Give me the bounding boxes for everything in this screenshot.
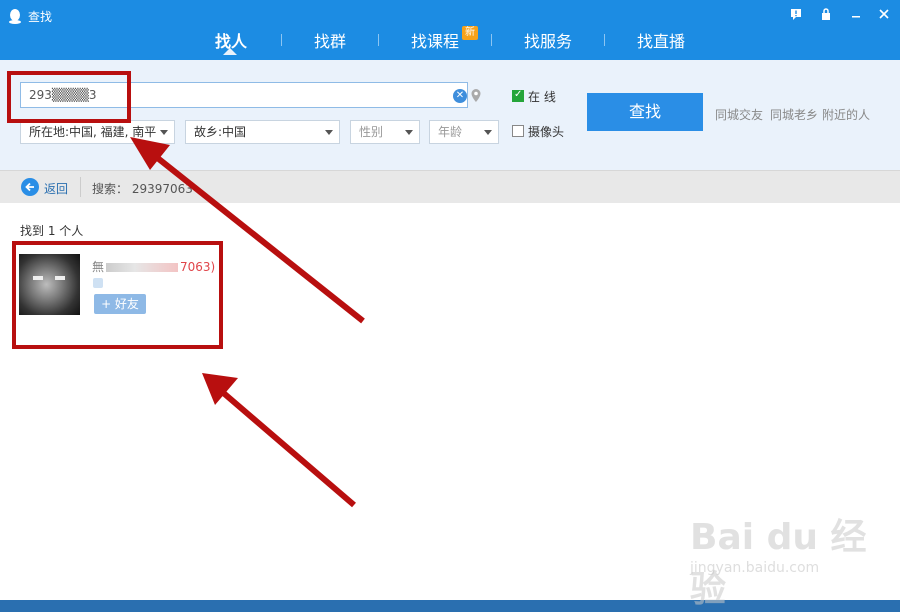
find-window: 查找 找人 找群 找课程 找服务 找直播 新 293▒▒▒▒3 ✕ ✓ 在 线 … (0, 0, 900, 610)
baidu-watermark-url: jingyan.baidu.com (690, 560, 820, 576)
annotation-arrow-to-search (130, 137, 365, 324)
annotation-arrow-to-result (202, 373, 356, 508)
